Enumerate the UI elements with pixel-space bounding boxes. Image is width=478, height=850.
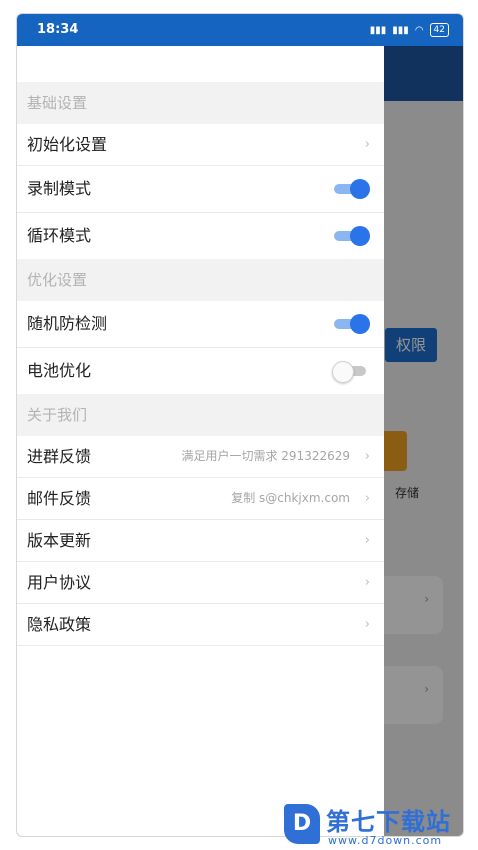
row-label: 初始化设置 [27,135,108,154]
row-version-update[interactable]: 版本更新 › [17,520,384,562]
chevron-right-icon: › [364,137,370,152]
watermark-logo: D [284,804,320,844]
battery-icon: 42 [429,23,449,37]
wifi-icon: ◠ [414,24,424,36]
status-icons: ▮▮▮ ▮▮▮ ◠ 42 [370,23,449,37]
row-label: 随机防检测 [27,314,108,333]
chevron-right-icon: › [364,617,370,632]
signal-icon-2: ▮▮▮ [392,24,409,36]
section-optimization: 优化设置 [17,259,384,301]
section-basic-settings: 基础设置 [17,82,384,124]
row-label: 邮件反馈 [27,489,92,508]
status-bar: 18:34 ▮▮▮ ▮▮▮ ◠ 42 [17,14,463,46]
row-user-agreement[interactable]: 用户协议 › [17,562,384,604]
row-label: 用户协议 [27,573,92,592]
row-privacy-policy[interactable]: 隐私政策 › [17,604,384,646]
chevron-right-icon: › [364,491,370,506]
anti-detect-toggle[interactable] [334,314,370,334]
row-battery-optimization: 电池优化 [17,348,384,394]
row-loop-mode: 循环模式 [17,213,384,259]
watermark: D 第七下载站 www.d7down.com [284,802,474,848]
battery-optimization-toggle[interactable] [332,361,370,383]
record-mode-toggle[interactable] [334,179,370,199]
row-anti-detect: 随机防检测 [17,301,384,348]
chevron-right-icon: › [364,449,370,464]
row-value: 满足用户一切需求 291322629 [181,449,350,463]
row-label: 进群反馈 [27,447,92,466]
loop-mode-toggle[interactable] [334,226,370,246]
settings-drawer: 基础设置 初始化设置 › 录制模式 循环模式 优化设置 随机防检测 电池优化 关… [17,46,384,836]
watermark-name: 第七下载站 [326,808,451,836]
row-record-mode: 录制模式 [17,166,384,213]
row-email-feedback[interactable]: 邮件反馈 复制 s@chkjxm.com › [17,478,384,520]
drawer-header [17,46,384,82]
row-group-feedback[interactable]: 进群反馈 满足用户一切需求 291322629 › [17,436,384,478]
section-about-us: 关于我们 [17,394,384,436]
row-value: 复制 s@chkjxm.com [231,491,350,505]
phone-screen: 18:34 ▮▮▮ ▮▮▮ ◠ 42 权限 存储 › › 基础设置 初始化设置 … [16,13,464,837]
row-label: 电池优化 [27,361,92,380]
signal-icon: ▮▮▮ [369,24,387,36]
row-init-settings[interactable]: 初始化设置 › [17,124,384,166]
status-time: 18:34 [37,22,79,37]
row-label: 录制模式 [27,179,92,198]
chevron-right-icon: › [364,533,370,548]
row-label: 版本更新 [27,531,92,550]
row-label: 循环模式 [27,226,92,245]
row-label: 隐私政策 [27,615,92,634]
watermark-url: www.d7down.com [328,834,443,847]
chevron-right-icon: › [364,575,370,590]
